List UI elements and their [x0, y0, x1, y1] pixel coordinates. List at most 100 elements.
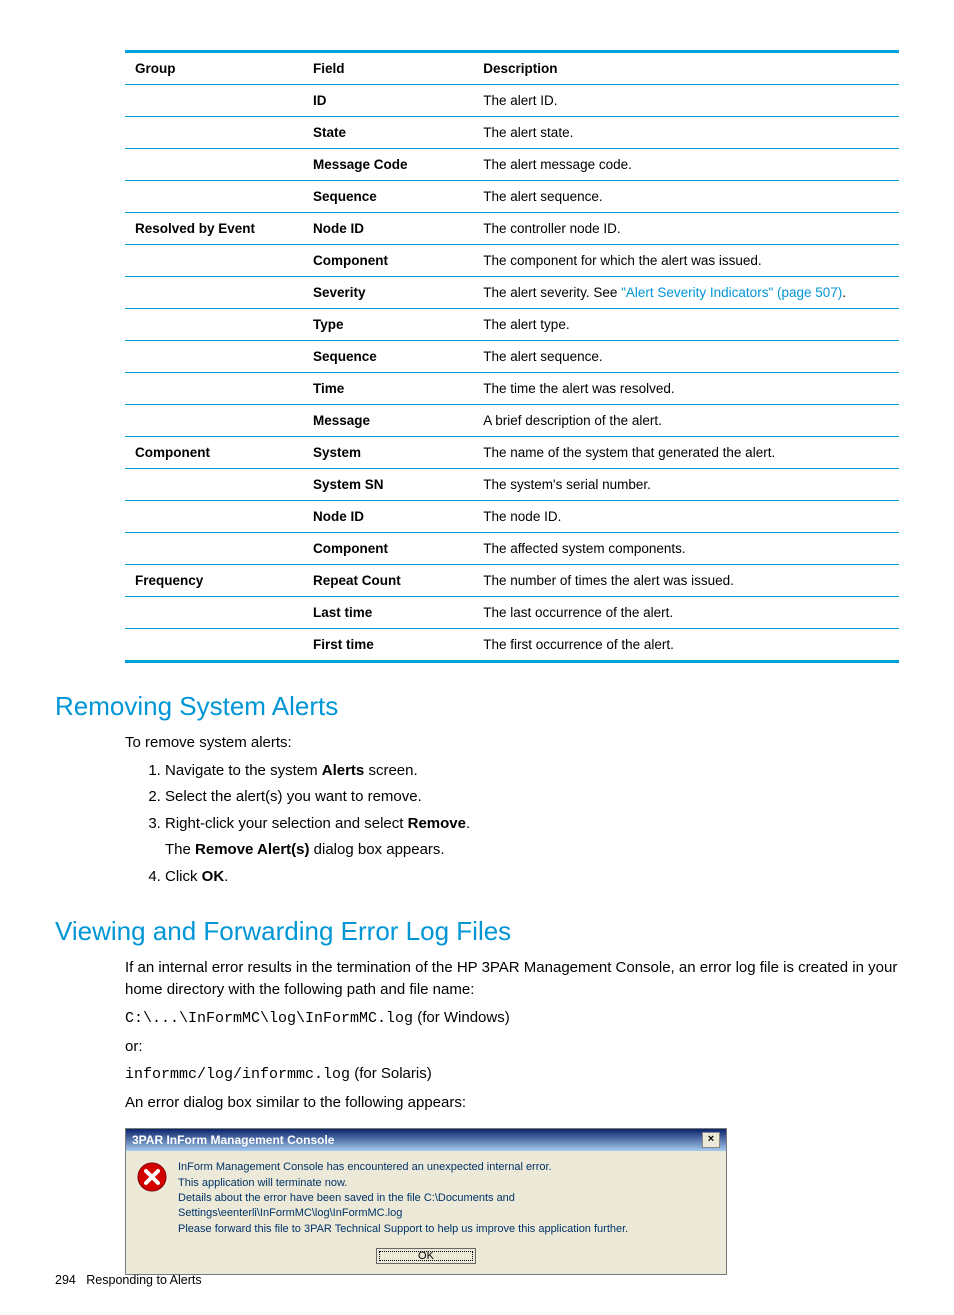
cell-group [125, 405, 303, 437]
or-text: or: [125, 1036, 899, 1058]
table-row: TimeThe time the alert was resolved. [125, 373, 899, 405]
dialog-message: InForm Management Console has encountere… [178, 1159, 716, 1238]
step-1: Navigate to the system Alerts screen. [165, 760, 899, 783]
cell-group [125, 117, 303, 149]
cell-group [125, 341, 303, 373]
viewing-p2: An error dialog box similar to the follo… [125, 1092, 899, 1114]
cell-description: The number of times the alert was issued… [473, 565, 899, 597]
cell-field: Last time [303, 597, 473, 629]
table-row: StateThe alert state. [125, 117, 899, 149]
cell-description: The first occurrence of the alert. [473, 629, 899, 662]
step-2: Select the alert(s) you want to remove. [165, 786, 899, 809]
cell-group [125, 469, 303, 501]
th-desc: Description [473, 52, 899, 85]
cell-field: Sequence [303, 341, 473, 373]
removing-intro: To remove system alerts: [125, 732, 899, 754]
cell-group: Resolved by Event [125, 213, 303, 245]
path-solaris: informmc/log/informmc.log (for Solaris) [125, 1063, 899, 1086]
cell-group [125, 597, 303, 629]
cell-field: First time [303, 629, 473, 662]
table-row: SequenceThe alert sequence. [125, 341, 899, 373]
cell-group [125, 149, 303, 181]
ok-button[interactable]: OK [376, 1248, 476, 1264]
error-icon [136, 1161, 168, 1238]
heading-removing-system-alerts: Removing System Alerts [55, 691, 899, 722]
cell-description: The alert message code. [473, 149, 899, 181]
cell-group [125, 373, 303, 405]
cell-field: Message [303, 405, 473, 437]
table-row: SequenceThe alert sequence. [125, 181, 899, 213]
table-row: Last timeThe last occurrence of the aler… [125, 597, 899, 629]
table-row: First timeThe first occurrence of the al… [125, 629, 899, 662]
cell-description: The system's serial number. [473, 469, 899, 501]
cell-field: ID [303, 85, 473, 117]
step-4: Click OK. [165, 866, 899, 889]
cell-group [125, 533, 303, 565]
cell-field: Node ID [303, 501, 473, 533]
heading-viewing-error-logs: Viewing and Forwarding Error Log Files [55, 916, 899, 947]
th-field: Field [303, 52, 473, 85]
table-row: SeverityThe alert severity. See "Alert S… [125, 277, 899, 309]
cell-group [125, 501, 303, 533]
table-row: IDThe alert ID. [125, 85, 899, 117]
page-number: 294 [55, 1273, 76, 1287]
cell-field: Sequence [303, 181, 473, 213]
cell-description: The alert sequence. [473, 181, 899, 213]
cell-field: Severity [303, 277, 473, 309]
table-row: MessageA brief description of the alert. [125, 405, 899, 437]
cell-field: Component [303, 533, 473, 565]
link-alert-severity-indicators[interactable]: "Alert Severity Indicators" (page 507) [621, 285, 842, 300]
table-row: ComponentThe affected system components. [125, 533, 899, 565]
cell-description: The time the alert was resolved. [473, 373, 899, 405]
cell-description: The controller node ID. [473, 213, 899, 245]
th-group: Group [125, 52, 303, 85]
error-dialog: 3PAR InForm Management Console × InForm … [125, 1128, 727, 1275]
close-button[interactable]: × [702, 1132, 720, 1148]
cell-description: The alert severity. See "Alert Severity … [473, 277, 899, 309]
footer-section: Responding to Alerts [86, 1273, 201, 1287]
table-row: FrequencyRepeat CountThe number of times… [125, 565, 899, 597]
cell-group: Frequency [125, 565, 303, 597]
cell-description: The affected system components. [473, 533, 899, 565]
cell-group [125, 181, 303, 213]
table-row: Node IDThe node ID. [125, 501, 899, 533]
cell-group [125, 629, 303, 662]
cell-group: Component [125, 437, 303, 469]
cell-group [125, 277, 303, 309]
cell-field: Component [303, 245, 473, 277]
removing-steps: Navigate to the system Alerts screen. Se… [155, 760, 899, 889]
page-footer: 294 Responding to Alerts [55, 1273, 202, 1287]
step-3: Right-click your selection and select Re… [165, 813, 899, 862]
cell-description: The alert ID. [473, 85, 899, 117]
cell-field: Type [303, 309, 473, 341]
viewing-p1: If an internal error results in the term… [125, 957, 899, 1001]
cell-group [125, 309, 303, 341]
table-row: TypeThe alert type. [125, 309, 899, 341]
dialog-titlebar: 3PAR InForm Management Console × [126, 1129, 726, 1151]
cell-field: State [303, 117, 473, 149]
table-row: Message CodeThe alert message code. [125, 149, 899, 181]
table-row: ComponentThe component for which the ale… [125, 245, 899, 277]
cell-field: System SN [303, 469, 473, 501]
cell-field: Time [303, 373, 473, 405]
cell-description: The alert sequence. [473, 341, 899, 373]
cell-field: Repeat Count [303, 565, 473, 597]
dialog-title: 3PAR InForm Management Console [132, 1133, 334, 1147]
table-row: Resolved by EventNode IDThe controller n… [125, 213, 899, 245]
cell-group [125, 245, 303, 277]
cell-field: Node ID [303, 213, 473, 245]
cell-description: The name of the system that generated th… [473, 437, 899, 469]
cell-group [125, 85, 303, 117]
cell-description: The last occurrence of the alert. [473, 597, 899, 629]
cell-field: Message Code [303, 149, 473, 181]
table-row: System SNThe system's serial number. [125, 469, 899, 501]
cell-description: The alert type. [473, 309, 899, 341]
fields-table: Group Field Description IDThe alert ID.S… [125, 50, 899, 663]
cell-description: The component for which the alert was is… [473, 245, 899, 277]
cell-description: The node ID. [473, 501, 899, 533]
cell-description: The alert state. [473, 117, 899, 149]
cell-description: A brief description of the alert. [473, 405, 899, 437]
path-windows: C:\...\InFormMC\log\InFormMC.log (for Wi… [125, 1007, 899, 1030]
cell-field: System [303, 437, 473, 469]
table-row: ComponentSystemThe name of the system th… [125, 437, 899, 469]
